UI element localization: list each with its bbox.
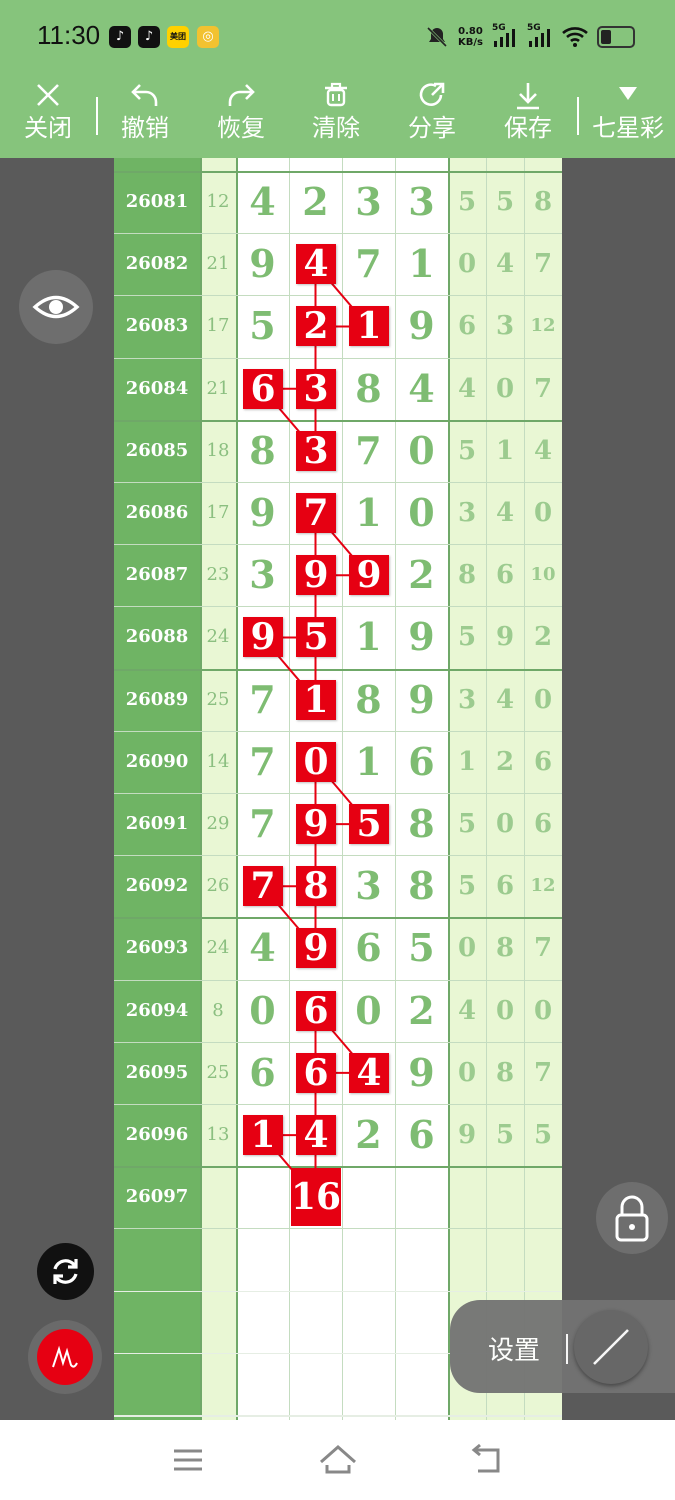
net-speed: 0.80 KB/s xyxy=(458,26,483,48)
clear-button[interactable]: 清除 xyxy=(296,75,376,158)
prediction-box: 16 xyxy=(291,1168,341,1227)
highlighted-digit: 9 xyxy=(349,555,389,596)
home-nav-button[interactable] xyxy=(316,1438,360,1482)
redo-button[interactable]: 恢复 xyxy=(201,75,281,158)
trash-icon xyxy=(296,81,376,113)
status-bar: 11:30 ♪ ♪ 美团 ◎ 0.80 KB/s 5G 5G xyxy=(0,0,675,75)
visibility-toggle-button[interactable] xyxy=(19,270,93,344)
highlighted-digit: 9 xyxy=(296,928,336,969)
highlighted-digit: 2 xyxy=(296,306,336,347)
highlighted-digit: 3 xyxy=(296,368,336,409)
highlighted-digit: 5 xyxy=(349,804,389,844)
highlighted-digit: 6 xyxy=(296,1052,336,1093)
tiktok-icon: ♪ xyxy=(138,26,160,48)
meituan-icon: 美团 xyxy=(167,26,189,48)
highlighted-digit: 3 xyxy=(296,430,336,471)
tiktok-icon: ♪ xyxy=(109,26,131,48)
line-tool-button[interactable] xyxy=(574,1310,648,1384)
clock: 11:30 xyxy=(37,20,101,50)
notification-icon: ◎ xyxy=(197,26,219,48)
highlighted-digit: 1 xyxy=(243,1115,283,1155)
home-icon xyxy=(320,1444,356,1474)
status-icons: 0.80 KB/s 5G 5G xyxy=(425,22,635,52)
close-icon xyxy=(8,81,88,113)
download-icon xyxy=(488,81,568,113)
mute-bell-icon xyxy=(426,26,448,48)
highlighted-digit: 6 xyxy=(243,368,283,409)
pen-tool-button[interactable] xyxy=(28,1320,102,1394)
highlighted-digit: 4 xyxy=(349,1052,389,1093)
highlighted-digit: 1 xyxy=(349,306,389,347)
highlighted-digit: 9 xyxy=(296,804,336,844)
undo-icon xyxy=(105,81,185,113)
settings-button[interactable]: 设置 xyxy=(488,1330,540,1367)
highlighted-digit: 4 xyxy=(296,1115,336,1155)
highlighted-digit: 9 xyxy=(243,617,283,658)
undo-button[interactable]: 撤销 xyxy=(105,75,185,158)
share-button[interactable]: 分享 xyxy=(392,75,472,158)
line-icon xyxy=(593,1329,629,1365)
highlighted-digit: 1 xyxy=(296,679,336,720)
highlighted-digit: 4 xyxy=(296,244,336,285)
toolbar-divider xyxy=(577,97,579,135)
lottery-type-dropdown[interactable]: 七星彩 xyxy=(586,75,670,158)
highlighted-digit: 0 xyxy=(296,741,336,782)
eye-icon xyxy=(32,295,80,319)
menu-nav-button[interactable] xyxy=(166,1438,210,1482)
settings-panel: 设置 xyxy=(450,1300,675,1393)
signature-pen-icon xyxy=(52,1345,78,1368)
pen-color-swatch xyxy=(37,1329,93,1385)
highlighted-digit: 7 xyxy=(243,866,283,907)
lock-icon xyxy=(615,1195,649,1242)
back-icon xyxy=(471,1443,500,1473)
signal-icon: 5G xyxy=(492,23,518,49)
toolbar: 关闭 撤销 恢复 清除 分享 保存 七星彩 xyxy=(0,75,675,158)
highlighted-digit: 8 xyxy=(296,866,336,907)
close-button[interactable]: 关闭 xyxy=(8,75,88,158)
trend-chart[interactable]: 26081 12 4 2 3 3 5 5 8 26082 21 9 7 1 0 4 7 26083 17 5 9 6 3 12… xyxy=(114,158,562,1420)
highlighted-digit: 9 xyxy=(296,555,336,596)
dropdown-triangle-icon xyxy=(586,81,670,113)
battery-icon xyxy=(597,26,635,48)
navigation-bar xyxy=(0,1420,675,1500)
refresh-button[interactable] xyxy=(37,1243,94,1300)
settings-divider xyxy=(566,1334,568,1364)
wifi-icon xyxy=(562,27,588,47)
signal-icon: 5G xyxy=(527,23,553,49)
highlighted-digit: 7 xyxy=(296,493,336,533)
save-button[interactable]: 保存 xyxy=(488,75,568,158)
lock-button[interactable] xyxy=(596,1182,668,1254)
highlighted-digit: 6 xyxy=(296,990,336,1031)
share-icon xyxy=(392,81,472,113)
redo-icon xyxy=(201,81,281,113)
sync-icon xyxy=(53,1259,78,1284)
highlighted-digit: 5 xyxy=(296,617,336,658)
menu-icon xyxy=(174,1449,202,1471)
toolbar-divider xyxy=(96,97,98,135)
back-nav-button[interactable] xyxy=(466,1438,510,1482)
connection-lines xyxy=(261,263,370,1198)
